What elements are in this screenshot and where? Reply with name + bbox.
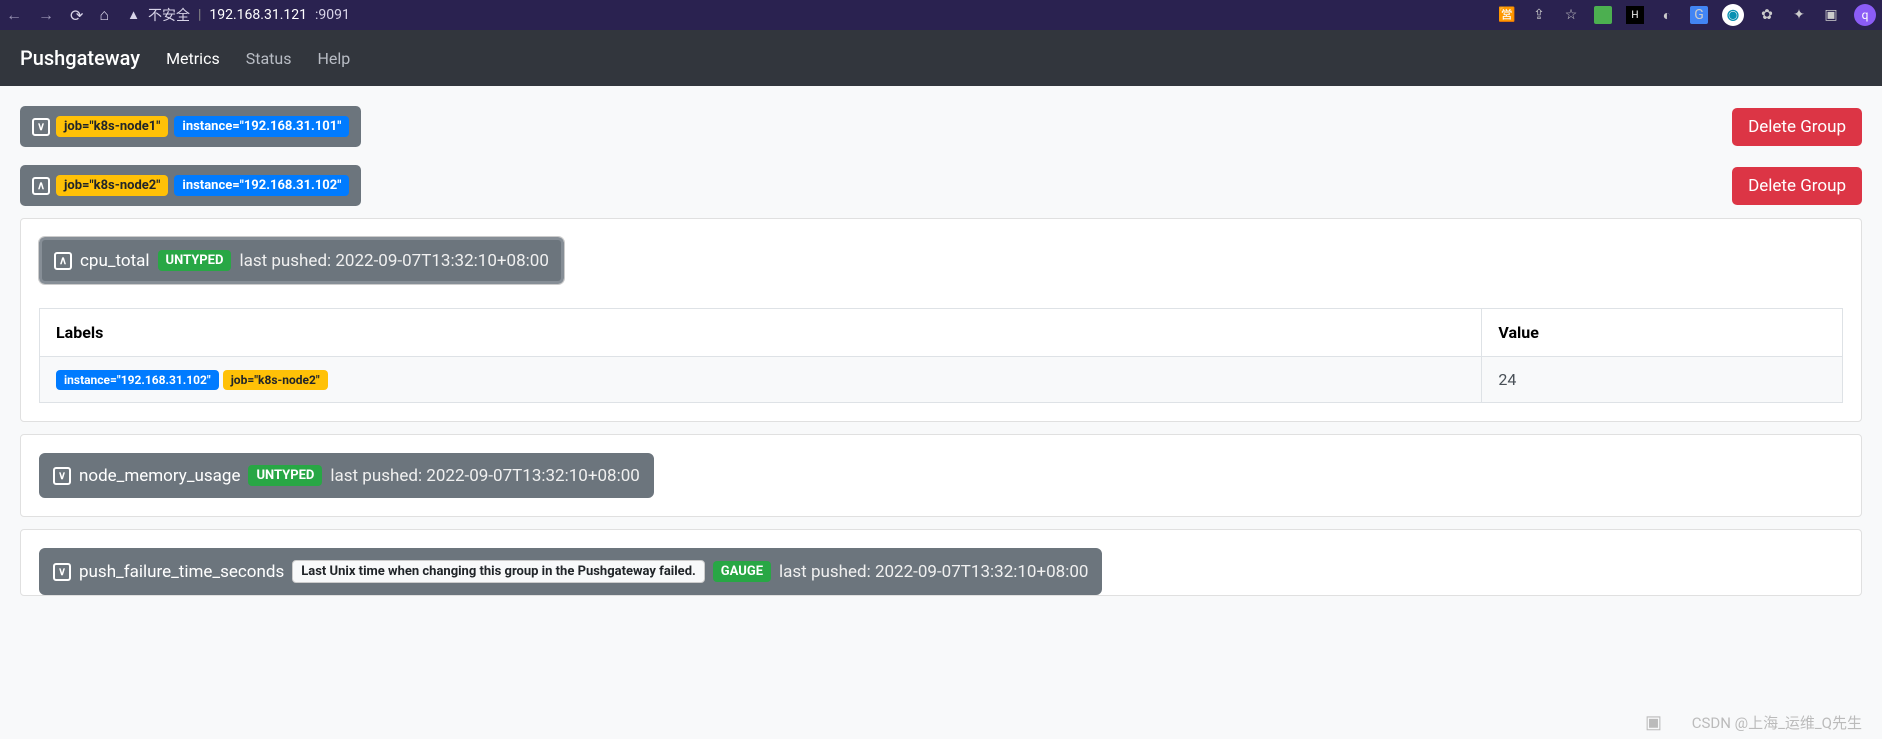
instance-label-badge: instance="192.168.31.102" — [56, 370, 219, 390]
group-header[interactable]: ∧ job="k8s-node2" instance="192.168.31.1… — [20, 165, 361, 206]
ext-round-icon[interactable]: ◉ — [1722, 4, 1744, 26]
moon-icon[interactable]: ◐ — [1658, 6, 1676, 24]
share-icon[interactable]: ⇪ — [1530, 6, 1548, 24]
value-cell: 24 — [1482, 357, 1843, 403]
ext-green-icon[interactable] — [1594, 6, 1612, 24]
delete-group-button[interactable]: Delete Group — [1732, 108, 1862, 146]
puzzle-icon[interactable]: ✦ — [1790, 6, 1808, 24]
ext-blue-icon[interactable]: G — [1690, 6, 1708, 24]
job-label-badge: job="k8s-node2" — [223, 370, 328, 390]
profile-avatar[interactable]: q — [1854, 4, 1876, 26]
metric-name: node_memory_usage — [79, 466, 240, 486]
group-card: ∨ job="k8s-node1" instance="192.168.31.1… — [20, 106, 1862, 147]
separator: | — [198, 7, 201, 23]
metric-panel-fail: ∨ push_failure_time_seconds Last Unix tim… — [20, 529, 1862, 596]
url-host: 192.168.31.121 — [209, 7, 307, 23]
value-header: Value — [1482, 309, 1843, 357]
home-icon[interactable]: ⌂ — [99, 5, 109, 25]
instance-label-badge: instance="192.168.31.101" — [174, 116, 349, 137]
app-navbar: Pushgateway Metrics Status Help — [0, 30, 1882, 86]
metric-table: Labels Value instance="192.168.31.102" j… — [39, 308, 1843, 403]
labels-cell: instance="192.168.31.102" job="k8s-node2… — [40, 357, 1482, 403]
nav-metrics[interactable]: Metrics — [166, 49, 220, 68]
labels-header: Labels — [40, 309, 1482, 357]
job-label-badge: job="k8s-node1" — [56, 116, 168, 137]
metric-panel-cpu: ∧ cpu_total UNTYPED last pushed: 2022-09-… — [20, 218, 1862, 422]
chevron-up-icon[interactable]: ∧ — [54, 252, 72, 270]
table-header-row: Labels Value — [40, 309, 1843, 357]
metric-header[interactable]: ∨ push_failure_time_seconds Last Unix tim… — [39, 548, 1102, 595]
nav-help[interactable]: Help — [317, 49, 350, 68]
group-header[interactable]: ∨ job="k8s-node1" instance="192.168.31.1… — [20, 106, 361, 147]
group-card: ∧ job="k8s-node2" instance="192.168.31.1… — [20, 165, 1862, 596]
extension-icons: 🈺 ⇪ ☆ H ◐ G ◉ ✿ ✦ ▣ q — [1498, 4, 1876, 26]
chevron-up-icon[interactable]: ∧ — [32, 177, 50, 195]
last-pushed-text: last pushed: 2022-09-07T13:32:10+08:00 — [239, 251, 548, 271]
chevron-down-icon[interactable]: ∨ — [32, 118, 50, 136]
watermark-text: CSDN @上海_运维_Q先生 — [1692, 712, 1862, 733]
last-pushed-text: last pushed: 2022-09-07T13:32:10+08:00 — [779, 562, 1088, 582]
metric-type-badge: GAUGE — [713, 561, 771, 582]
chevron-down-icon[interactable]: ∨ — [53, 467, 71, 485]
instance-label-badge: instance="192.168.31.102" — [174, 175, 349, 196]
nav-status[interactable]: Status — [246, 49, 292, 68]
content-area: ∨ job="k8s-node1" instance="192.168.31.1… — [0, 86, 1882, 634]
watermark-icon: ▣ — [1645, 712, 1662, 733]
browser-toolbar: ← → ⟳ ⌂ ▲ 不安全 | 192.168.31.121 :9091 🈺 ⇪ … — [0, 0, 1882, 30]
insecure-label: 不安全 — [148, 5, 190, 25]
translate-icon[interactable]: 🈺 — [1498, 6, 1516, 24]
star-icon[interactable]: ☆ — [1562, 6, 1580, 24]
last-pushed-text: last pushed: 2022-09-07T13:32:10+08:00 — [330, 466, 639, 486]
chevron-down-icon[interactable]: ∨ — [53, 563, 71, 581]
metric-help-text: Last Unix time when changing this group … — [292, 560, 705, 583]
delete-group-button[interactable]: Delete Group — [1732, 167, 1862, 205]
forward-icon[interactable]: → — [38, 5, 54, 25]
reload-icon[interactable]: ⟳ — [70, 6, 83, 25]
metric-header[interactable]: ∨ node_memory_usage UNTYPED last pushed: … — [39, 453, 654, 498]
metric-type-badge: UNTYPED — [158, 250, 232, 271]
metric-name: push_failure_time_seconds — [79, 562, 284, 582]
metric-panel-mem: ∨ node_memory_usage UNTYPED last pushed: … — [20, 434, 1862, 517]
metric-name: cpu_total — [80, 251, 150, 271]
insecure-icon: ▲ — [127, 7, 140, 23]
address-bar[interactable]: ▲ 不安全 | 192.168.31.121 :9091 — [127, 5, 350, 25]
table-row: instance="192.168.31.102" job="k8s-node2… — [40, 357, 1843, 403]
ext-black-icon[interactable]: H — [1626, 6, 1644, 24]
job-label-badge: job="k8s-node2" — [56, 175, 168, 196]
browser-nav-icons: ← → ⟳ ⌂ — [6, 5, 109, 25]
metric-header[interactable]: ∧ cpu_total UNTYPED last pushed: 2022-09-… — [39, 237, 564, 284]
back-icon[interactable]: ← — [6, 5, 22, 25]
group-header-row: ∧ job="k8s-node2" instance="192.168.31.1… — [20, 165, 1862, 206]
leaf-icon[interactable]: ✿ — [1758, 6, 1776, 24]
group-header-row: ∨ job="k8s-node1" instance="192.168.31.1… — [20, 106, 1862, 147]
tabs-icon[interactable]: ▣ — [1822, 6, 1840, 24]
url-port: :9091 — [315, 7, 350, 23]
brand-title: Pushgateway — [20, 46, 140, 70]
metric-type-badge: UNTYPED — [248, 465, 322, 486]
